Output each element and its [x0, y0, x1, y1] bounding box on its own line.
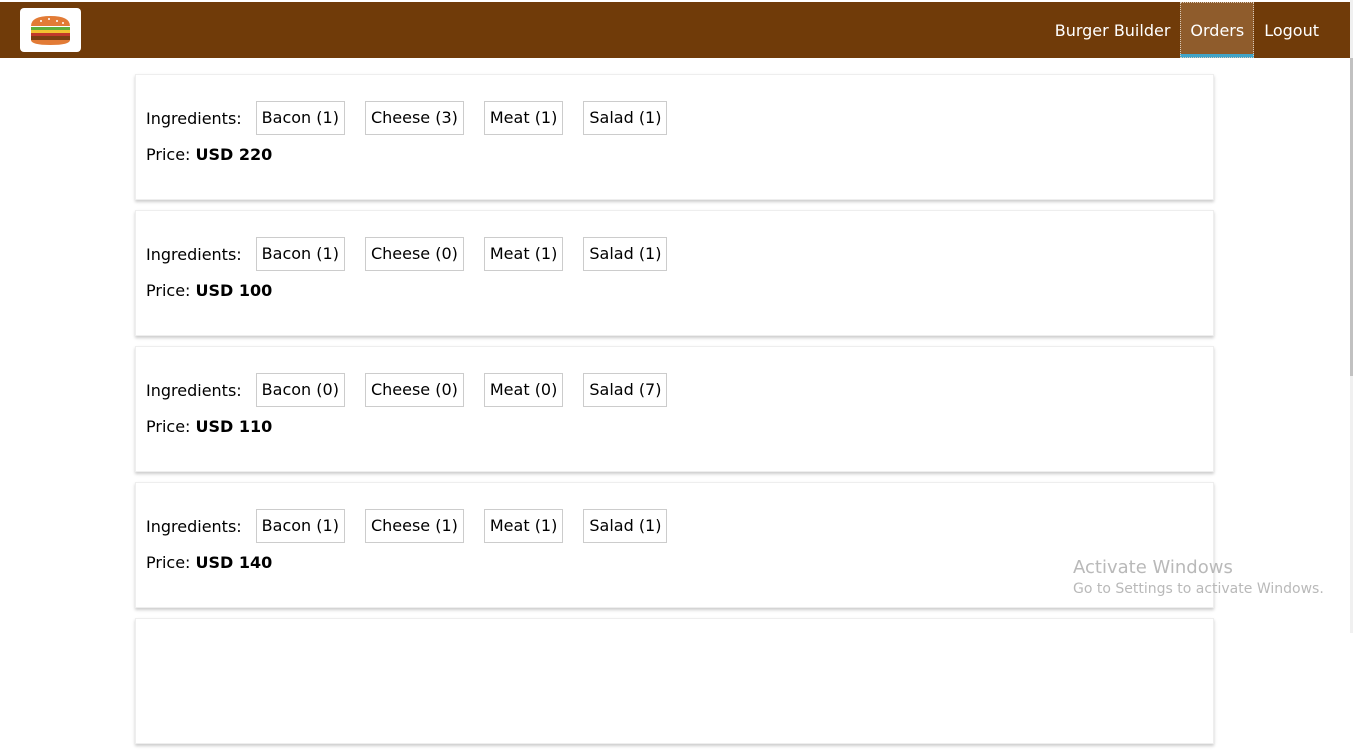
ingredients-label: Ingredients: — [146, 516, 242, 536]
price-value: USD 100 — [195, 281, 273, 300]
ingredient-chip: Cheese (0) — [364, 237, 464, 271]
order-card: Ingredients: Bacon (0) Cheese (0) Meat (… — [135, 346, 1214, 472]
price-value: USD 220 — [195, 145, 273, 164]
price-row: Price: USD 220 — [146, 145, 1203, 165]
ingredients-row — [146, 645, 1203, 679]
price-value: USD 140 — [195, 553, 273, 572]
orders-list: Ingredients: Bacon (1) Cheese (3) Meat (… — [135, 74, 1214, 754]
price-value: USD 110 — [195, 417, 273, 436]
logo[interactable] — [20, 8, 81, 52]
ingredient-chip: Salad (1) — [583, 509, 668, 543]
ingredient-chip: Cheese (1) — [364, 509, 464, 543]
ingredient-chip: Salad (1) — [583, 101, 668, 135]
price-row: Price: USD 140 — [146, 553, 1203, 573]
ingredient-chip: Salad (1) — [583, 237, 668, 271]
activate-windows-watermark: Activate Windows Go to Settings to activ… — [1073, 557, 1324, 599]
price-label: Price: — [146, 145, 191, 164]
ingredient-chip: Meat (1) — [483, 237, 564, 271]
ingredient-chip: Meat (1) — [483, 101, 564, 135]
ingredient-chip: Meat (1) — [483, 509, 564, 543]
toolbar: Burger Builder Orders Logout — [0, 2, 1351, 58]
order-card — [135, 618, 1214, 744]
watermark-subtitle: Go to Settings to activate Windows. — [1073, 581, 1324, 597]
ingredients-label: Ingredients: — [146, 108, 242, 128]
price-label: Price: — [146, 417, 191, 436]
ingredient-chip: Bacon (1) — [255, 101, 345, 135]
order-card: Ingredients: Bacon (1) Cheese (1) Meat (… — [135, 482, 1214, 608]
ingredient-chip: Bacon (1) — [255, 509, 345, 543]
order-card: Ingredients: Bacon (1) Cheese (3) Meat (… — [135, 74, 1214, 200]
nav-logout[interactable]: Logout — [1254, 2, 1351, 58]
ingredients-row: Ingredients: Bacon (1) Cheese (3) Meat (… — [146, 101, 1203, 135]
ingredient-chip: Cheese (0) — [364, 373, 464, 407]
ingredient-chip: Bacon (1) — [255, 237, 345, 271]
ingredients-row: Ingredients: Bacon (0) Cheese (0) Meat (… — [146, 373, 1203, 407]
price-label: Price: — [146, 281, 191, 300]
nav-orders[interactable]: Orders — [1180, 2, 1255, 58]
price-row: Price: USD 100 — [146, 281, 1203, 301]
order-card: Ingredients: Bacon (1) Cheese (0) Meat (… — [135, 210, 1214, 336]
ingredient-chip: Bacon (0) — [255, 373, 345, 407]
ingredients-row: Ingredients: Bacon (1) Cheese (0) Meat (… — [146, 237, 1203, 271]
ingredient-chip: Meat (0) — [483, 373, 564, 407]
ingredients-label: Ingredients: — [146, 244, 242, 264]
burger-logo-icon — [31, 16, 70, 45]
price-label: Price: — [146, 553, 191, 572]
watermark-title: Activate Windows — [1073, 557, 1233, 578]
ingredients-label: Ingredients: — [146, 380, 242, 400]
price-row: Price: USD 110 — [146, 417, 1203, 437]
nav-items: Burger Builder Orders Logout — [1045, 2, 1351, 58]
ingredient-chip: Salad (7) — [583, 373, 668, 407]
ingredients-row: Ingredients: Bacon (1) Cheese (1) Meat (… — [146, 509, 1203, 543]
nav-burger-builder[interactable]: Burger Builder — [1045, 2, 1181, 58]
ingredient-chip: Cheese (3) — [364, 101, 464, 135]
